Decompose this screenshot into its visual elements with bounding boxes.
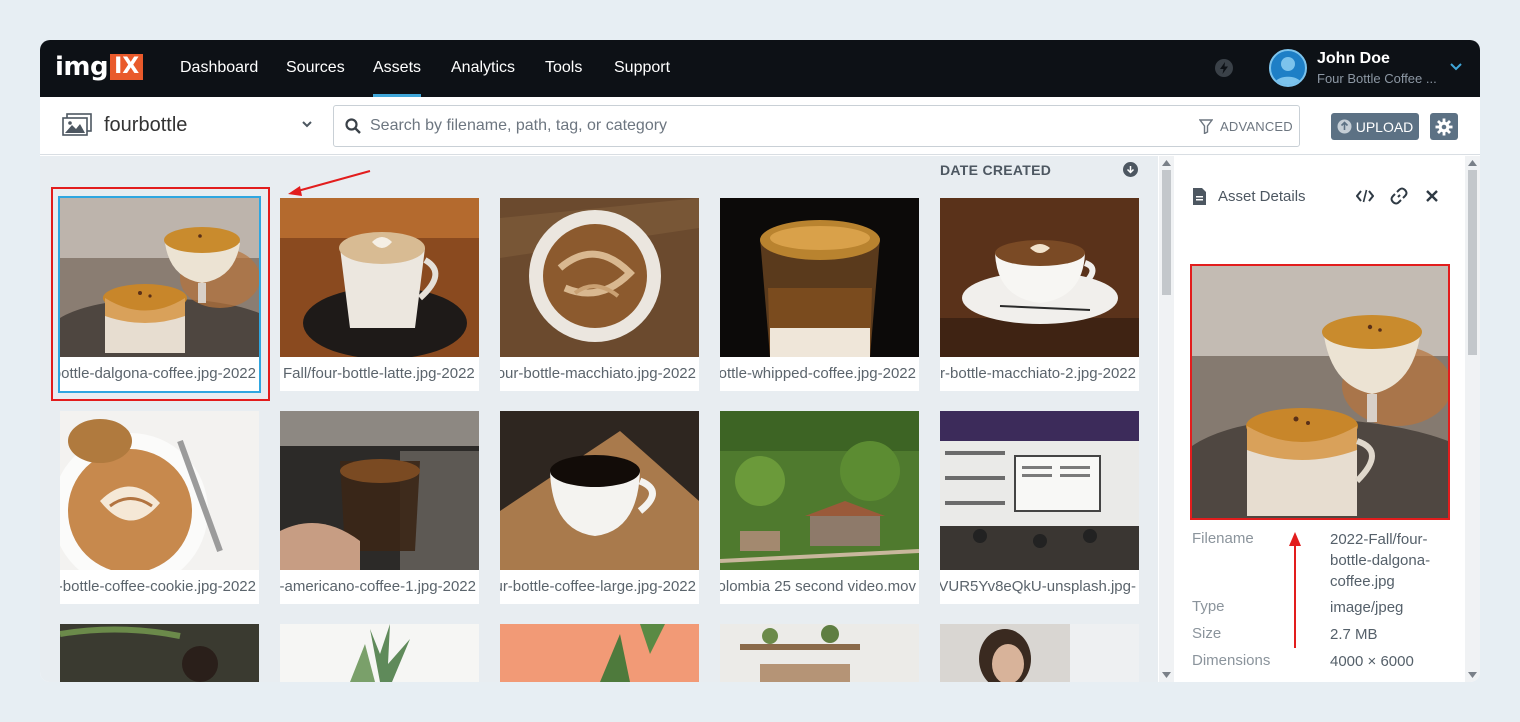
prop-dpi-value: 72 [1330,678,1450,682]
imgix-logo[interactable]: img IX [55,52,144,82]
lightning-icon[interactable] [1215,59,1233,77]
user-org[interactable]: Four Bottle Coffee ... [1317,71,1437,86]
prop-type-value: image/jpeg [1330,599,1404,616]
grid-scrollbar-thumb[interactable] [1162,170,1171,295]
scroll-down-icon[interactable] [1162,672,1171,678]
details-scrollbar-thumb[interactable] [1468,170,1477,355]
asset-filename: 2022-Fall/four-bottle-americano-coffee-1… [280,578,476,595]
asset-card[interactable]: 2022-Fall/four-bottle-macchiato.jpg [500,198,699,391]
asset-filename: 2022-Fall/four-bottle-latte.jpg [283,365,475,382]
asset-thumbnail [500,198,699,357]
asset-thumbnail [940,198,1139,357]
asset-filename: 2022-Fall/four-bottle-coffee-large.jpg [500,578,696,595]
asset-card[interactable] [500,624,699,682]
asset-details-panel: Asset Details Filename 2022-Fall/four-bo… [1175,156,1465,682]
scroll-down-icon[interactable] [1468,672,1477,678]
annotation-arrow [1289,532,1301,648]
search-input[interactable] [370,106,1170,146]
prop-filename-key: Filename [1192,530,1254,547]
sort-label[interactable]: DATE CREATED [940,162,1051,178]
details-title: Asset Details [1218,188,1306,205]
nav-assets[interactable]: Assets [373,40,422,97]
avatar[interactable] [1269,49,1307,87]
asset-thumbnail [940,624,1139,682]
asset-filename: 2022-Fall/four-bottle-macchiato-2.jpg [940,365,1136,382]
source-name[interactable]: fourbottle [104,114,187,137]
asset-card[interactable] [940,624,1139,682]
asset-thumbnail [280,411,479,570]
user-name[interactable]: John Doe [1317,50,1390,68]
advanced-search-button[interactable]: ADVANCED [1220,119,1293,134]
asset-thumbnail [720,624,919,682]
asset-thumbnail [500,624,699,682]
asset-card[interactable] [720,624,919,682]
asset-card[interactable]: 2022-Fall/four-bottle-whipped-coffee.jpg [720,198,919,391]
prop-size-value: 2.7 MB [1330,626,1378,643]
asset-thumbnail [280,624,479,682]
prop-dimensions-value: 4000 × 6000 [1330,653,1414,670]
asset-thumbnail [720,198,919,357]
app-window: img IX Dashboard Sources Assets Analytic… [40,40,1480,682]
nav-dashboard[interactable]: Dashboard [180,40,258,97]
document-icon [1193,188,1206,210]
asset-card[interactable]: 2022-Fall/four-bottle-macchiato-2.jpg [940,198,1139,391]
settings-button[interactable] [1430,113,1458,140]
chevron-down-icon[interactable] [1449,60,1463,79]
asset-thumbnail [940,411,1139,570]
asset-card[interactable]: Colombia 25 second video.mov [720,411,919,604]
prop-type-key: Type [1192,598,1225,615]
asset-card[interactable]: 2022-Fall/four-bottle-coffee-cookie.jpg [60,411,259,604]
search-icon [345,118,361,139]
upload-icon [1337,119,1352,134]
annotation-arrow [288,170,371,196]
asset-thumbnail [720,411,919,570]
asset-filename: 2022-Fall/four-bottle-macchiato.jpg [500,365,696,382]
annotation-highlight [51,187,270,401]
asset-card[interactable]: -VUR5Yv8eQkU-unsplash.jpg [940,411,1139,604]
asset-filename: -VUR5Yv8eQkU-unsplash.jpg [940,578,1136,595]
scroll-up-icon[interactable] [1162,160,1171,166]
annotation-highlight [1190,264,1450,520]
sort-direction-icon[interactable] [1123,162,1138,177]
asset-thumbnail [60,624,259,682]
asset-thumbnail [60,411,259,570]
filter-icon[interactable] [1198,119,1214,139]
nav-sources[interactable]: Sources [286,40,345,97]
gear-icon [1435,118,1453,135]
prop-dimensions-key: Dimensions [1192,652,1271,669]
asset-card[interactable]: 2022-Fall/four-bottle-latte.jpg [280,198,479,391]
asset-filename: Colombia 25 second video.mov [720,578,916,595]
nav-tools[interactable]: Tools [545,40,582,97]
prop-size-key: Size [1192,625,1222,642]
logo-text: img [55,52,109,82]
search-bar: ADVANCED [333,105,1300,147]
asset-thumbnail [280,198,479,357]
prop-dpi-key: DPI [1192,679,1217,682]
asset-filename: 2022-Fall/four-bottle-coffee-cookie.jpg [60,578,256,595]
asset-card[interactable]: 2022-Fall/four-bottle-americano-coffee-1… [280,411,479,604]
nav-support[interactable]: Support [614,40,670,97]
images-icon [61,113,93,142]
asset-card[interactable] [280,624,479,682]
asset-grid: DATE CREATED 2022- ottle-dalgona-coffee.… [40,156,1158,682]
upload-label: UPLOAD [1355,118,1414,135]
close-icon[interactable] [1425,189,1439,208]
nav-analytics[interactable]: Analytics [451,40,515,97]
top-nav: img IX Dashboard Sources Assets Analytic… [40,40,1480,97]
chevron-down-icon[interactable] [300,117,314,136]
asset-card[interactable]: 2022-Fall/four-bottle-coffee-large.jpg [500,411,699,604]
scroll-up-icon[interactable] [1468,160,1477,166]
link-icon[interactable] [1390,187,1408,210]
asset-card[interactable] [60,624,259,682]
asset-filename: 2022-Fall/four-bottle-whipped-coffee.jpg [720,365,916,382]
code-icon[interactable] [1355,188,1375,209]
prop-filename-value: 2022-Fall/four-bottle-dalgona-coffee.jpg [1330,531,1431,590]
toolbar: fourbottle ADVANCED UPLOAD [40,97,1480,155]
upload-button[interactable]: UPLOAD [1331,113,1419,140]
logo-badge: IX [110,54,144,80]
asset-thumbnail [500,411,699,570]
